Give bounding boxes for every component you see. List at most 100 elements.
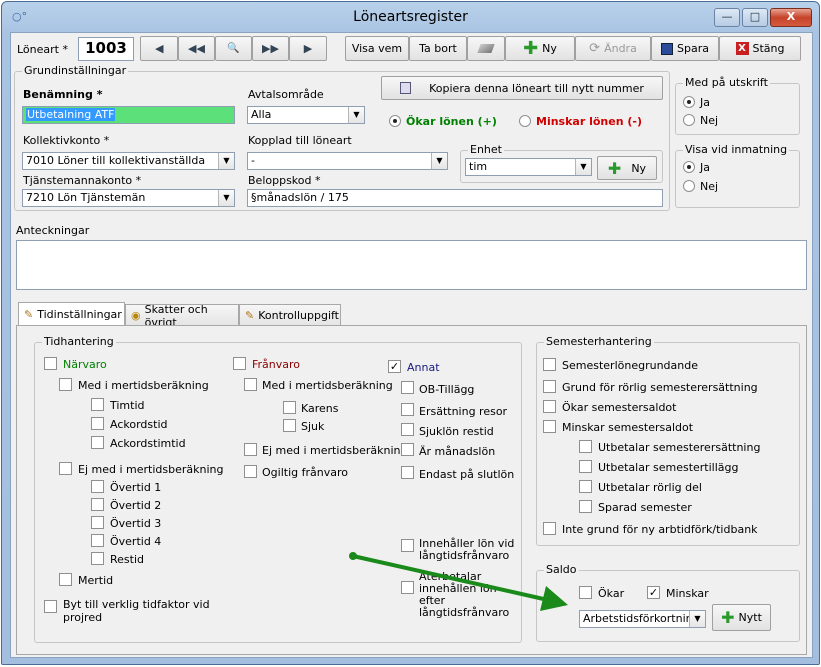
sem-grundande-checkbox[interactable] [543, 358, 556, 371]
avtalsomrade-value: Alla [251, 108, 272, 121]
eraser-icon [477, 44, 495, 53]
ackordstimtid-checkbox[interactable] [91, 436, 104, 449]
innehaller-lon-checkbox[interactable] [401, 539, 414, 552]
minskar-lonen-radio[interactable] [519, 115, 531, 127]
enhet-ny-button[interactable]: ✚ Ny [597, 156, 657, 180]
tab-tidinstallningar[interactable]: ✎ Tidinställningar [18, 302, 125, 326]
narvaro-checkbox[interactable] [44, 357, 57, 370]
kopplad-value: - [251, 154, 255, 167]
sem-minskar-checkbox[interactable] [543, 420, 556, 433]
sem-okar-label: Ökar semestersaldot [562, 401, 677, 414]
ej-med-mertid-1-checkbox[interactable] [59, 462, 72, 475]
slutlon-checkbox[interactable] [401, 466, 414, 479]
okar-lonen-radio[interactable] [389, 115, 401, 127]
inmatning-nej-radio[interactable] [683, 180, 695, 192]
sem-minskar-label: Minskar semestersaldot [562, 421, 694, 434]
sem-rorlig-del-checkbox[interactable] [579, 480, 592, 493]
sjuk-checkbox[interactable] [283, 419, 296, 432]
sem-ersattning-checkbox[interactable] [579, 440, 592, 453]
saldo-okar-checkbox[interactable] [579, 586, 592, 599]
ersattning-resor-label: Ersättning resor [419, 405, 508, 418]
mertid-checkbox[interactable] [59, 573, 72, 586]
manadslon-checkbox[interactable] [401, 443, 414, 456]
search-button[interactable]: 🔍 [215, 36, 252, 61]
ob-tillagg-checkbox[interactable] [401, 381, 414, 394]
saldo-select[interactable]: Arbetstidsförkortning ▼ [579, 610, 706, 628]
loneart-field[interactable]: 1003 [78, 37, 134, 61]
tab-skatter[interactable]: ◉ Skatter och övrigt [125, 303, 239, 329]
tjanstemannakonto-select[interactable]: 7210 Lön Tjänstemän ▼ [22, 189, 235, 207]
mertid-label: Mertid [78, 574, 114, 587]
annat-checkbox[interactable]: ✓ [388, 360, 401, 373]
first-button[interactable]: ▶ [140, 36, 178, 61]
ersattning-resor-checkbox[interactable] [401, 403, 414, 416]
visa-vem-button[interactable]: Visa vem [345, 36, 409, 61]
byt-tidfaktor-checkbox[interactable] [44, 600, 57, 613]
benamning-field[interactable]: Utbetalning ATF [22, 106, 235, 124]
next-button[interactable]: ▶▶ [252, 36, 289, 61]
enhet-select[interactable]: tim ▼ [465, 158, 592, 176]
inmatning-ja-radio[interactable] [683, 161, 695, 173]
kopiera-button[interactable]: Kopiera denna löneart till nytt nummer [381, 76, 663, 100]
overtid-2-checkbox[interactable] [91, 498, 104, 511]
ta-bort-button[interactable]: Ta bort [409, 36, 467, 61]
close-button[interactable]: X [770, 8, 812, 27]
restid-checkbox[interactable] [91, 552, 104, 565]
enhet-ny-label: Ny [631, 161, 647, 175]
sem-okar-checkbox[interactable] [543, 400, 556, 413]
overtid-4-checkbox[interactable] [91, 534, 104, 547]
overtid-3-checkbox[interactable] [91, 516, 104, 529]
timtid-label: Timtid [110, 399, 145, 412]
ej-med-mertid-2-checkbox[interactable] [244, 443, 257, 456]
sjuklon-restid-label: Sjuklön restid [419, 425, 494, 438]
med-mertid-2-checkbox[interactable] [244, 378, 257, 391]
kollektivkonto-select[interactable]: 7010 Löner till kollektivanställda ▼ [22, 152, 235, 170]
aterbetalar-checkbox[interactable] [401, 581, 414, 594]
ny-button[interactable]: ✚ Ny [505, 36, 575, 61]
saldo-okar-label: Ökar [598, 587, 625, 600]
sem-sparad-checkbox[interactable] [579, 500, 592, 513]
chevron-down-icon: ▼ [575, 159, 591, 175]
saldo-nytt-button[interactable]: ✚ Nytt [712, 604, 771, 631]
avtalsomrade-select[interactable]: Alla ▼ [247, 106, 365, 124]
overtid-1-label: Övertid 1 [110, 481, 162, 494]
stang-button[interactable]: X Stäng [719, 36, 801, 61]
anteckningar-field[interactable] [16, 240, 807, 290]
tab-kontrolluppgift[interactable]: ✎ Kontrolluppgift [239, 304, 341, 326]
anteckningar-label: Anteckningar [16, 224, 90, 237]
ackordstid-checkbox[interactable] [91, 417, 104, 430]
sjuklon-restid-checkbox[interactable] [401, 423, 414, 436]
chevron-down-icon: ▼ [431, 153, 447, 169]
maximize-button[interactable]: □ [742, 8, 768, 27]
overtid-1-checkbox[interactable] [91, 480, 104, 493]
inmatning-nej-label: Nej [700, 180, 719, 193]
search-icon: 🔍 [227, 43, 240, 54]
sem-inte-grund-checkbox[interactable] [543, 522, 556, 535]
next-icon: ▶▶ [262, 42, 279, 55]
inmatning-ja-label: Ja [700, 161, 710, 174]
sem-tillagg-checkbox[interactable] [579, 460, 592, 473]
erase-button[interactable] [467, 36, 505, 61]
last-button[interactable]: ▶ [289, 36, 327, 61]
utskrift-nej-radio[interactable] [683, 114, 695, 126]
utskrift-ja-radio[interactable] [683, 96, 695, 108]
med-mertid-1-checkbox[interactable] [59, 378, 72, 391]
kopplad-select[interactable]: - ▼ [247, 152, 448, 170]
sem-rorlig-grund-checkbox[interactable] [543, 380, 556, 393]
saldo-minskar-checkbox[interactable]: ✓ [647, 586, 660, 599]
timtid-checkbox[interactable] [91, 398, 104, 411]
utskrift-title: Med på utskrift [683, 76, 770, 89]
previous-button[interactable]: ◀◀ [178, 36, 215, 61]
tidhantering-title: Tidhantering [42, 335, 116, 348]
beloppskod-field[interactable]: §månadslön / 175 [247, 189, 663, 207]
plus-icon: ✚ [607, 158, 622, 178]
ej-med-mertid-1-label: Ej med i mertidsberäkning [78, 463, 224, 476]
minskar-lonen-label: Minskar lönen (-) [536, 115, 642, 128]
karens-checkbox[interactable] [283, 401, 296, 414]
minimize-button[interactable]: — [714, 8, 740, 27]
franvaro-checkbox[interactable] [233, 357, 246, 370]
ogiltig-franvaro-checkbox[interactable] [244, 465, 257, 478]
ob-tillagg-label: OB-Tillägg [419, 383, 475, 396]
andra-button[interactable]: ⟳ Ändra [575, 36, 651, 61]
spara-button[interactable]: Spara [651, 36, 719, 61]
